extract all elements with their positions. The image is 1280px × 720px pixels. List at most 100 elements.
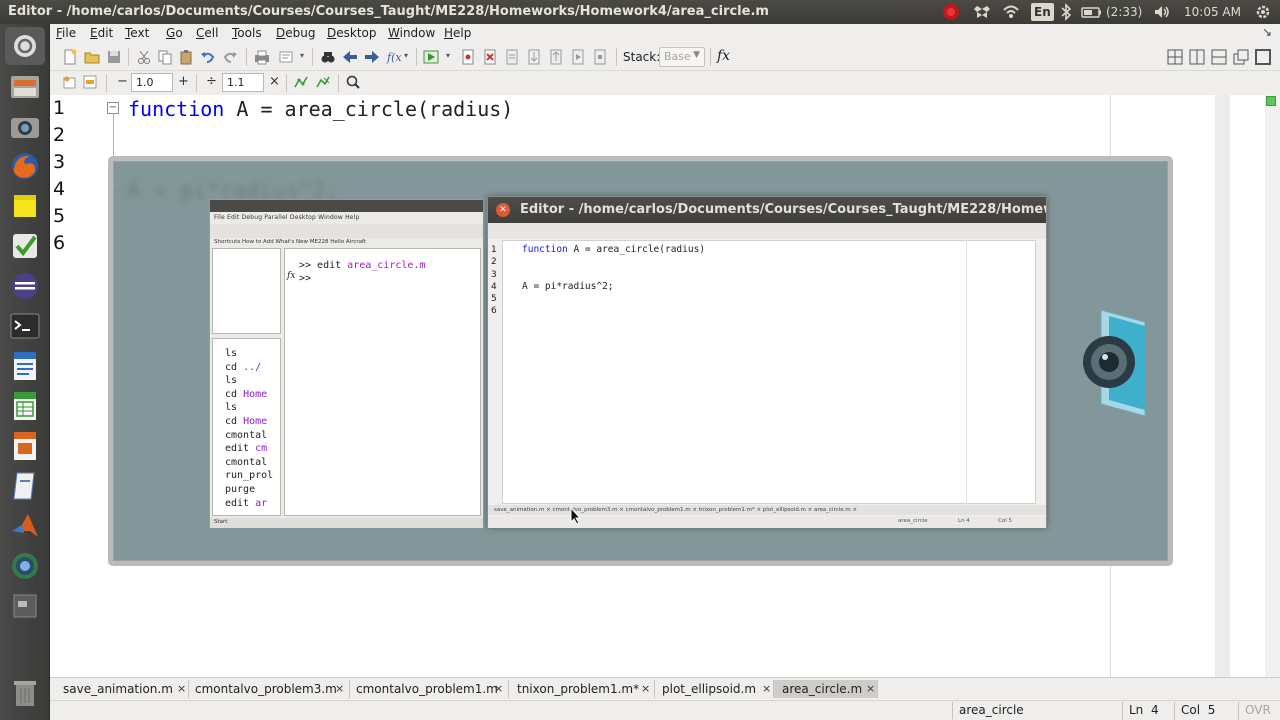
multiply-button[interactable]: ×: [269, 74, 280, 89]
switcher-thumbnail-camera-app-icon[interactable]: [1081, 306, 1151, 424]
maximize-icon[interactable]: [1255, 49, 1271, 65]
close-tab-icon[interactable]: ×: [762, 680, 771, 698]
go-forward-icon[interactable]: [364, 49, 380, 65]
menu-edit[interactable]: Edit: [90, 26, 113, 40]
menu-file[interactable]: File: [56, 26, 76, 40]
power-gear-icon[interactable]: [1254, 3, 1272, 21]
dropdown-arrow-icon[interactable]: ▾: [300, 51, 304, 60]
stack-select[interactable]: Base ▼: [659, 47, 705, 67]
wifi-icon[interactable]: [1002, 3, 1020, 21]
decrement-button[interactable]: −: [117, 74, 128, 89]
step-in-icon[interactable]: [526, 49, 542, 65]
menu-help[interactable]: Help: [444, 26, 471, 40]
multiplier-value-field[interactable]: 1.1: [222, 73, 264, 92]
split-horizontal-icon[interactable]: [1211, 49, 1227, 65]
clock[interactable]: 10:05 AM: [1184, 3, 1241, 21]
step-icon[interactable]: [504, 49, 520, 65]
close-tab-icon[interactable]: ×: [866, 680, 875, 698]
close-tab-icon[interactable]: ×: [641, 680, 650, 698]
record-indicator-icon[interactable]: [942, 3, 960, 21]
print-icon[interactable]: [254, 49, 270, 65]
file-tab[interactable]: cmontalvo_problem1.m ×: [348, 680, 509, 698]
code-line-1[interactable]: function A = area_circle(radius): [128, 97, 513, 121]
redo-icon[interactable]: [222, 49, 238, 65]
sticky-notes-icon[interactable]: [5, 187, 45, 225]
dash-icon[interactable]: [5, 27, 45, 65]
cell-zoom-icon[interactable]: [345, 74, 361, 90]
file-tab[interactable]: cmontalvo_problem3.m ×: [187, 680, 350, 698]
files-icon[interactable]: [5, 67, 45, 105]
terminal-icon[interactable]: [5, 307, 45, 345]
split-vertical-icon[interactable]: [1189, 49, 1205, 65]
dropdown-arrow-icon[interactable]: ▾: [446, 51, 450, 60]
divide-button[interactable]: ÷: [206, 74, 217, 89]
float-window-icon[interactable]: [1233, 49, 1249, 65]
firefox-icon[interactable]: [5, 147, 45, 185]
menu-desktop[interactable]: Desktop: [327, 26, 377, 40]
code-fold-toggle[interactable]: −: [107, 102, 119, 114]
menu-debug[interactable]: Debug: [276, 26, 315, 40]
close-icon[interactable]: ✕: [496, 203, 510, 217]
close-tab-icon[interactable]: ×: [177, 680, 186, 698]
undo-icon[interactable]: [200, 49, 216, 65]
keyboard-layout-indicator[interactable]: En: [1031, 3, 1054, 21]
menu-tools[interactable]: Tools: [232, 26, 262, 40]
find-icon[interactable]: [320, 49, 336, 65]
trash-icon[interactable]: [5, 674, 45, 712]
impress-icon[interactable]: [5, 427, 45, 465]
bluetooth-icon[interactable]: [1060, 3, 1072, 21]
switcher-thumbnail-matlab-desktop[interactable]: File Edit Debug Parallel Desktop Window …: [209, 199, 484, 528]
dropdown-arrow-icon[interactable]: ▾: [404, 51, 408, 60]
file-tab-active[interactable]: area_circle.m ×: [774, 680, 878, 698]
increment-button[interactable]: +: [178, 74, 189, 89]
switcher-thumbnail-editor[interactable]: Editor - /home/carlos/Documents/Courses/…: [487, 196, 1047, 528]
menu-window[interactable]: Window: [388, 26, 435, 40]
code-analyzer-icon[interactable]: [278, 49, 294, 65]
function-browser-button[interactable]: fx: [717, 48, 730, 64]
set-breakpoint-icon[interactable]: [460, 49, 476, 65]
calc-icon[interactable]: [5, 387, 45, 425]
show-function-icon[interactable]: f(x): [386, 49, 402, 65]
camera-icon[interactable]: [5, 107, 45, 145]
file-tab[interactable]: tnixon_problem1.m* ×: [509, 680, 655, 698]
go-back-icon[interactable]: [342, 49, 358, 65]
battery-icon[interactable]: [1081, 3, 1103, 21]
close-tab-icon[interactable]: ×: [494, 680, 503, 698]
matlab-icon[interactable]: [5, 507, 45, 545]
volume-icon[interactable]: [1153, 3, 1171, 21]
history-command: cd: [225, 415, 238, 427]
checkbox-app-icon[interactable]: [5, 227, 45, 265]
disable-datatips-icon[interactable]: [315, 74, 331, 90]
paste-icon[interactable]: [178, 49, 194, 65]
dropbox-icon[interactable]: [973, 3, 991, 21]
chromium-icon[interactable]: [5, 547, 45, 585]
menu-cell[interactable]: Cell: [196, 26, 218, 40]
save-icon[interactable]: [106, 49, 122, 65]
menu-text[interactable]: Text: [125, 26, 149, 40]
open-folder-icon[interactable]: [84, 49, 100, 65]
enable-datatips-icon[interactable]: [293, 74, 309, 90]
clear-breakpoints-icon[interactable]: [482, 49, 498, 65]
text-doc-icon[interactable]: [5, 467, 45, 505]
insert-cell-icon[interactable]: [62, 74, 78, 90]
decrement-value-field[interactable]: 1.0: [131, 73, 173, 92]
copy-icon[interactable]: [157, 49, 173, 65]
code-analyzer-status-indicator[interactable]: [1266, 96, 1276, 106]
close-tab-icon[interactable]: ×: [335, 680, 344, 698]
tile-grid-icon[interactable]: [1167, 49, 1183, 65]
exit-debug-icon[interactable]: [592, 49, 608, 65]
eclipse-icon[interactable]: [5, 267, 45, 305]
writer-icon[interactable]: [5, 347, 45, 385]
file-tab[interactable]: plot_ellipsoid.m ×: [654, 680, 774, 698]
editor-scrollbar[interactable]: [1215, 95, 1230, 677]
undock-arrow-icon[interactable]: ↘: [1262, 25, 1272, 39]
new-file-icon[interactable]: [62, 49, 78, 65]
run-icon[interactable]: [423, 49, 439, 65]
cell-evaluate-icon[interactable]: [82, 74, 98, 90]
menu-go[interactable]: Go: [166, 26, 183, 40]
continue-icon[interactable]: [570, 49, 586, 65]
step-out-icon[interactable]: [548, 49, 564, 65]
file-tab[interactable]: save_animation.m ×: [55, 680, 189, 698]
cut-icon[interactable]: [136, 49, 152, 65]
workspace-switcher-icon[interactable]: [5, 587, 45, 625]
